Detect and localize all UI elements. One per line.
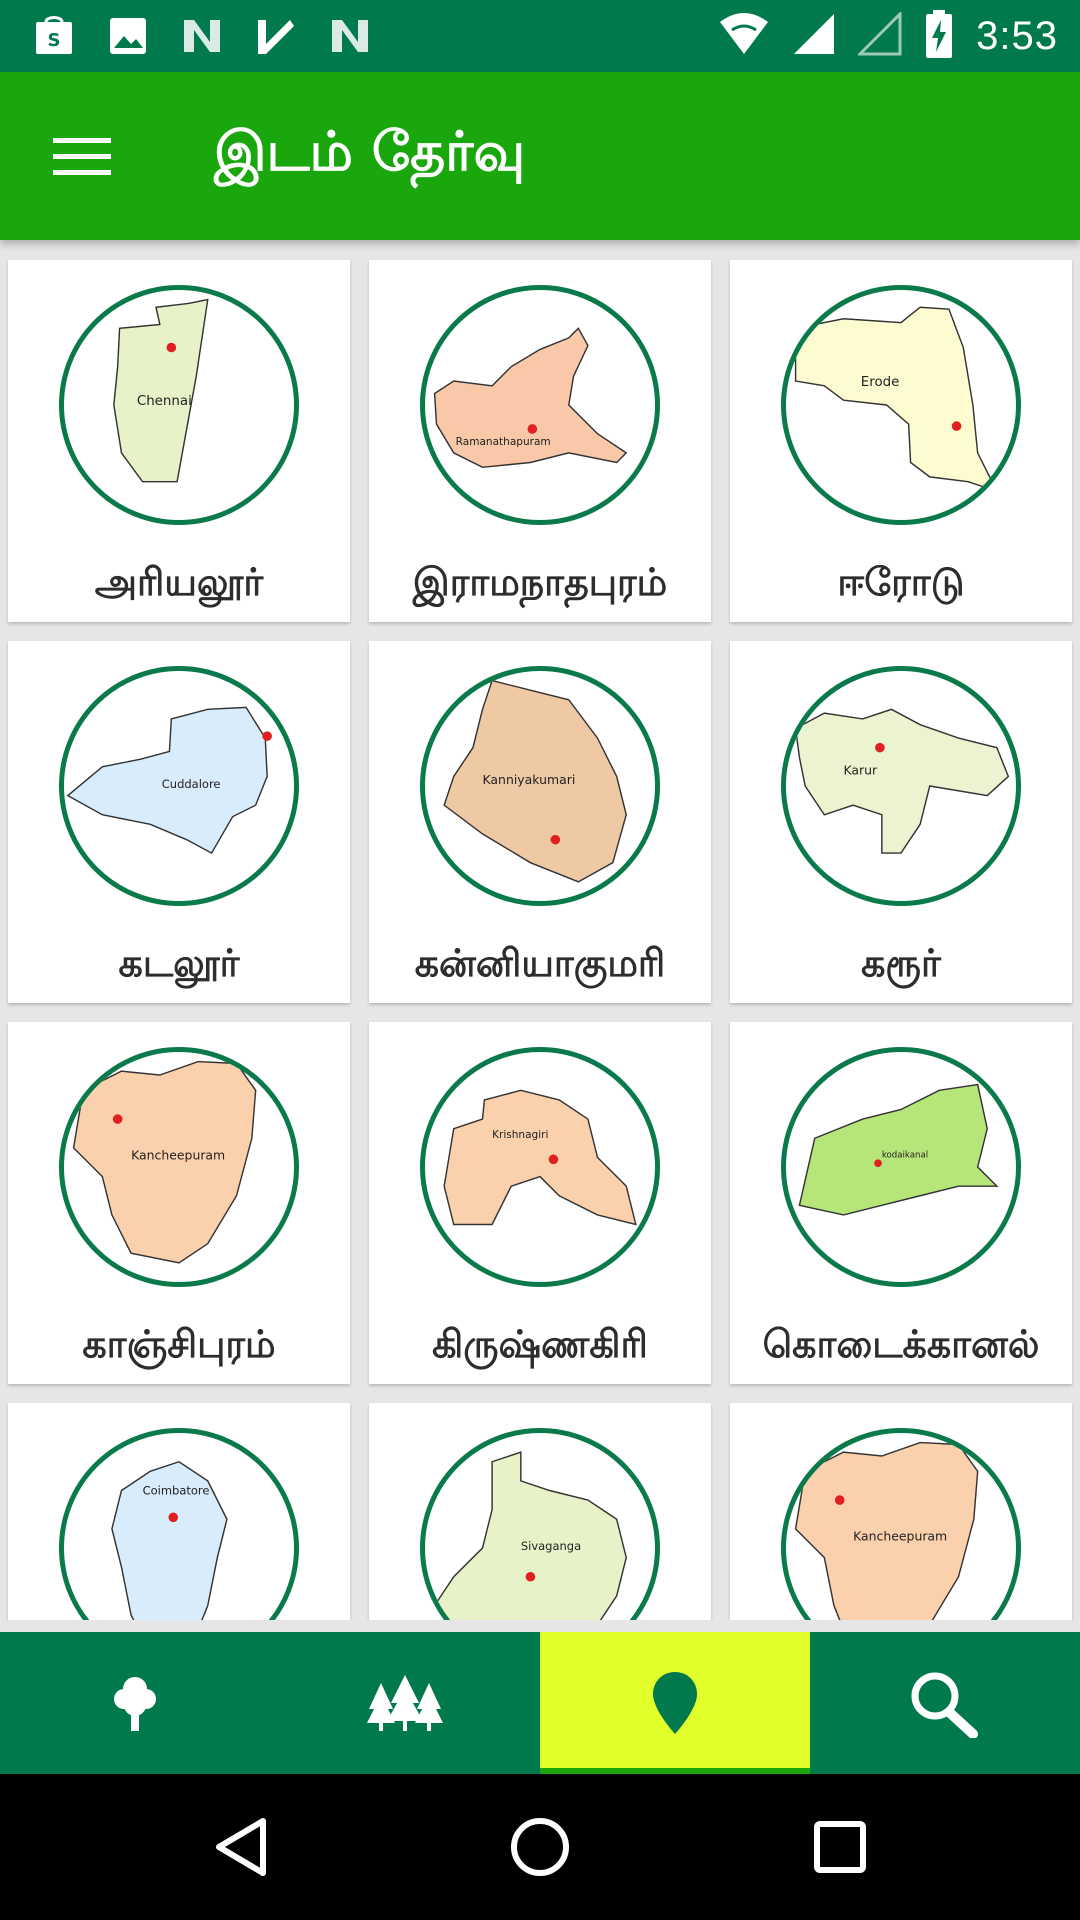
nav-search[interactable] [810, 1632, 1080, 1774]
district-card[interactable]: Erode ஈரோடு [730, 260, 1072, 622]
location-pin-icon [653, 1672, 697, 1734]
district-map-label: Krishnagiri [492, 1129, 548, 1141]
district-map-shape [794, 306, 999, 493]
district-map: Cuddalore [59, 666, 299, 906]
district-map: Kanniyakumari [420, 666, 660, 906]
search-icon [911, 1672, 978, 1738]
hamburger-menu-icon [53, 138, 111, 175]
notification-icons: S [30, 12, 374, 60]
district-map-label: Karur [844, 763, 879, 778]
district-map: Chennai [59, 285, 299, 525]
district-map: Kancheepuram [59, 1047, 299, 1287]
district-card[interactable]: Chennai அரியலூர் [8, 260, 350, 622]
signal-icon [792, 12, 836, 60]
district-label: அரியலூர் [94, 560, 264, 604]
district-map-label: Chennai [137, 394, 192, 409]
tree-icon [114, 1677, 156, 1731]
district-map-label: kodaikanal [882, 1150, 928, 1160]
district-map-label: Kanniyakumari [483, 772, 576, 787]
clock: 3:53 [976, 13, 1058, 58]
district-label: கொடைக்கானல் [762, 1322, 1040, 1366]
location-marker [548, 1154, 559, 1165]
home-circle-icon [511, 1818, 569, 1876]
district-map: Sivaganga [420, 1428, 660, 1620]
district-map-shape [794, 708, 1010, 854]
district-label: கிருஷ்ணகிரி [432, 1322, 648, 1366]
shopping-bag-icon: S [30, 12, 78, 60]
menu-button[interactable] [40, 118, 126, 194]
district-grid[interactable]: Chennai அரியலூர் Ramanathapuram இராமநாதப… [0, 240, 1080, 1620]
forest-icon [367, 1675, 443, 1731]
district-map: Erode [781, 285, 1021, 525]
nav-forest[interactable] [270, 1632, 540, 1774]
location-marker [262, 731, 272, 741]
back-triangle-icon [216, 1818, 266, 1876]
location-marker [834, 1495, 845, 1505]
page-title: இடம் தேர்வு [214, 120, 526, 183]
district-label: இராமநாதபுரம் [412, 560, 668, 604]
location-marker [550, 834, 561, 845]
district-label: கரூர் [861, 941, 941, 985]
district-card[interactable]: Kancheepuram [730, 1403, 1072, 1620]
district-map: kodaikanal [781, 1047, 1021, 1287]
recents-square-icon [814, 1821, 866, 1873]
district-card[interactable]: Karur கரூர் [730, 641, 1072, 1003]
district-map-label: Coimbatore [143, 1483, 210, 1497]
district-map-shape [433, 1451, 627, 1620]
signal-empty-icon [856, 10, 902, 60]
district-map: Ramanathapuram [420, 285, 660, 525]
app-bar: இடம் தேர்வு [0, 72, 1080, 240]
back-button[interactable] [196, 1802, 286, 1892]
district-label: காஞ்சிபுரம் [82, 1322, 276, 1366]
district-map-label: Kancheepuram [131, 1147, 225, 1162]
district-map-shape [113, 298, 209, 483]
district-map-label: Cuddalore [162, 777, 221, 791]
image-icon [104, 12, 152, 60]
nav-tree[interactable] [0, 1632, 270, 1774]
n-icon [326, 12, 374, 60]
home-button[interactable] [495, 1802, 585, 1892]
district-card[interactable]: kodaikanal கொடைக்கானல் [730, 1022, 1072, 1384]
district-map: Krishnagiri [420, 1047, 660, 1287]
district-map-label: Erode [861, 375, 900, 390]
district-label: கன்னியாகுமரி [414, 941, 666, 985]
district-label: ஈரோடு [837, 560, 965, 604]
n-icon [178, 12, 226, 60]
system-navigation-bar [0, 1774, 1080, 1920]
district-card[interactable]: Sivaganga [369, 1403, 711, 1620]
district-card[interactable]: Kanniyakumari கன்னியாகுமரி [369, 641, 711, 1003]
district-card[interactable]: Ramanathapuram இராமநாதபுரம் [369, 260, 711, 622]
location-marker [112, 1114, 123, 1124]
bottom-navigation [0, 1632, 1080, 1774]
check-icon [252, 12, 300, 60]
district-card[interactable]: Coimbatore [8, 1403, 350, 1620]
district-map-shape [443, 1089, 637, 1226]
status-bar: S 3:53 [0, 0, 1080, 72]
district-card[interactable]: Cuddalore கடலூர் [8, 641, 350, 1003]
location-marker [875, 742, 885, 753]
district-label: கடலூர் [118, 941, 240, 985]
district-card[interactable]: Kancheepuram காஞ்சிபுரம் [8, 1022, 350, 1384]
district-map: Karur [781, 666, 1021, 906]
location-marker [874, 1159, 882, 1167]
system-status: 3:53 [718, 10, 1058, 62]
location-marker [166, 342, 177, 353]
district-map-label: Sivaganga [521, 1539, 581, 1553]
wifi-icon [718, 12, 770, 60]
svg-text:S: S [48, 30, 61, 51]
nav-location[interactable] [540, 1632, 810, 1774]
location-marker [525, 1571, 536, 1582]
district-map-label: Ramanathapuram [456, 436, 551, 448]
district-map: Coimbatore [59, 1428, 299, 1620]
district-map-label: Kancheepuram [853, 1528, 947, 1543]
battery-charging-icon [924, 10, 954, 62]
recents-button[interactable] [795, 1802, 885, 1892]
location-marker [951, 421, 962, 431]
district-map: Kancheepuram [781, 1428, 1021, 1620]
district-card[interactable]: Krishnagiri கிருஷ்ணகிரி [369, 1022, 711, 1384]
location-marker [168, 1512, 179, 1523]
location-marker [527, 424, 538, 434]
